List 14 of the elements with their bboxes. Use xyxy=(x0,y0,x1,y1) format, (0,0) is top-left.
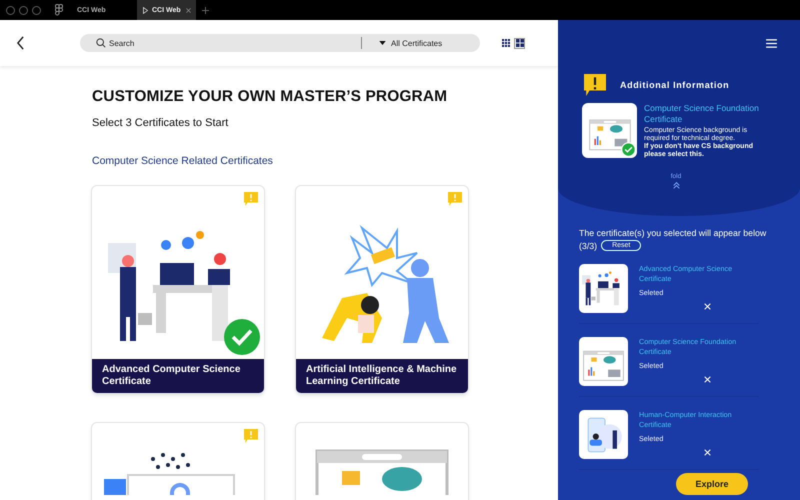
certificate-filter-dropdown[interactable]: All Certificates xyxy=(379,38,442,48)
search-field[interactable]: Search All Certificates xyxy=(80,34,480,52)
page-title: CUSTOMIZE YOUR OWN MASTER’S PROGRAM xyxy=(92,88,448,106)
section-heading: Computer Science Related Certificates xyxy=(92,155,274,167)
selection-count: (3/3) xyxy=(579,240,598,250)
card-title: Artificial Intelligence & Machine Learning Certificate xyxy=(296,359,468,393)
selection-hint: The certificate(s) you selected will appear below xyxy=(579,228,768,238)
info-certificate-title[interactable]: Computer Science Foundation Certificate xyxy=(644,103,762,125)
explore-button[interactable]: Explore xyxy=(676,473,748,495)
certificate-card[interactable]: Advanced Computer Science Certificate xyxy=(92,186,264,393)
certificate-card[interactable]: Artificial Intelligence & Machine Learning Certificate xyxy=(296,186,468,393)
page-subtitle: Select 3 Certificates to Start xyxy=(92,117,230,129)
info-heading: Additional Information xyxy=(620,80,730,90)
card-title: Advanced Computer Science Certificate xyxy=(92,359,264,393)
